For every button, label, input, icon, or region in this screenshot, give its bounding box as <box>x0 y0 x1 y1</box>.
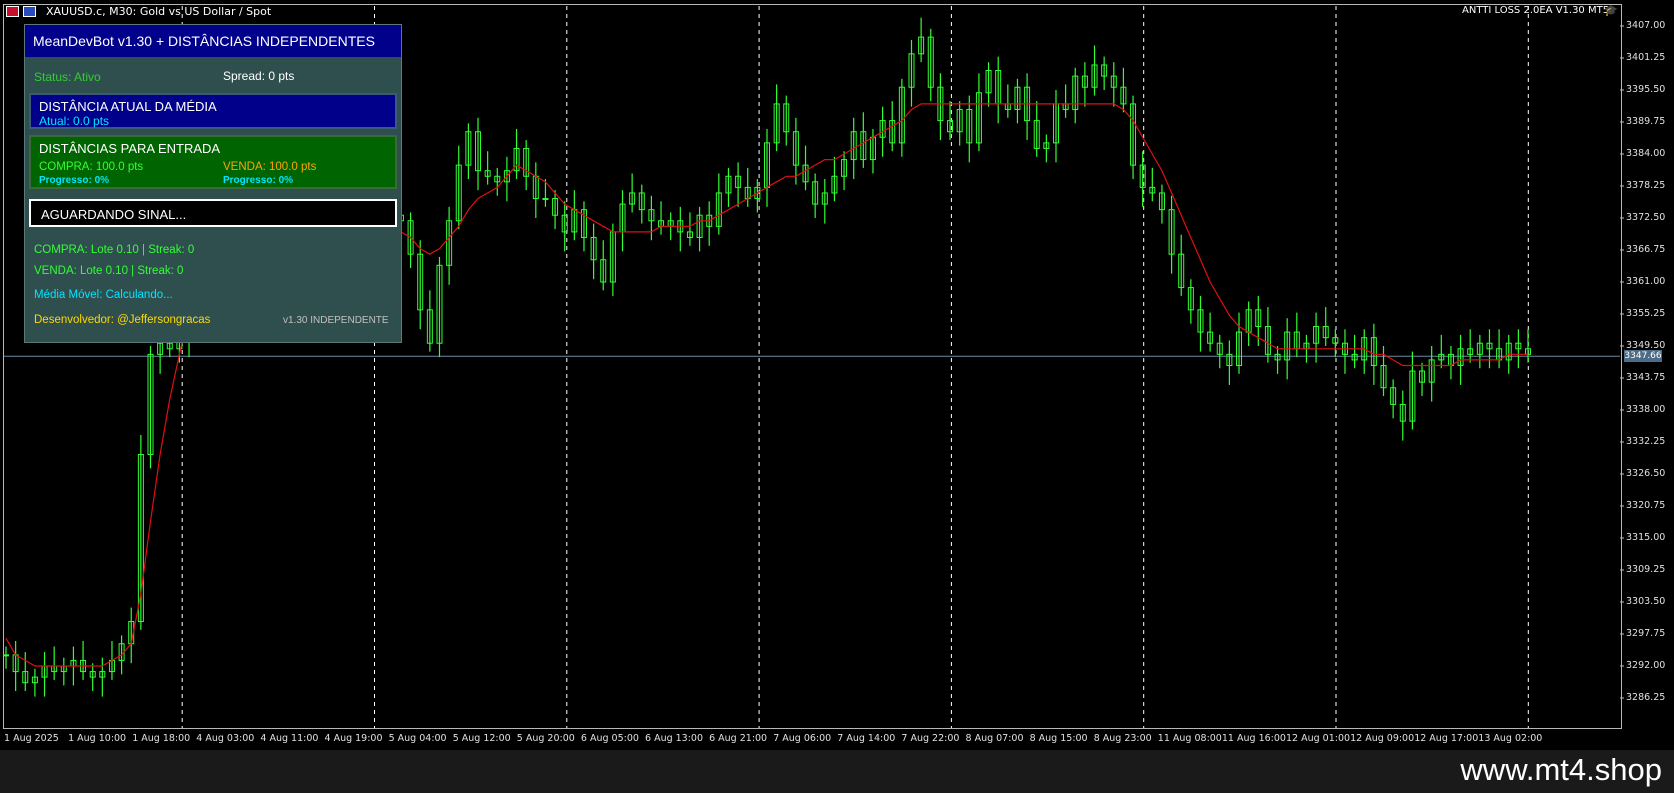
sell-progress: Progresso: 0% <box>223 175 294 186</box>
x-tick-label: 12 Aug 09:00 <box>1350 733 1415 744</box>
x-tick-label: 1 Aug 10:00 <box>68 733 127 744</box>
ea-badge[interactable]: ANTTI LOSS 2.0EA V1.30 MT5 <box>1462 5 1609 16</box>
y-tick-label: 3378.25 <box>1626 180 1666 191</box>
x-tick-label: 7 Aug 06:00 <box>773 733 832 744</box>
y-tick-label: 3286.25 <box>1626 692 1666 703</box>
candle-body <box>3 654 9 657</box>
signal-box: AGUARDANDO SINAL... <box>29 199 397 227</box>
flag-icon <box>6 6 19 17</box>
sell-lot-text: VENDA: Lote 0.10 | Streak: 0 <box>34 265 184 277</box>
x-tick-label: 11 Aug 16:00 <box>1221 733 1286 744</box>
x-tick-label: 6 Aug 05:00 <box>580 733 639 744</box>
buy-progress: Progresso: 0% <box>39 175 110 186</box>
y-tick-label: 3407.00 <box>1626 20 1666 31</box>
y-tick-label: 3292.00 <box>1626 660 1666 671</box>
bottom-bar: www.mt4.shop <box>0 750 1674 793</box>
x-tick-label: 6 Aug 21:00 <box>709 733 768 744</box>
moving-avg-text: Média Móvel: Calculando... <box>34 289 173 301</box>
x-tick-label: 7 Aug 22:00 <box>901 733 960 744</box>
y-tick-label: 3401.25 <box>1626 52 1666 63</box>
sell-distance: VENDA: 100.0 pts <box>223 161 317 173</box>
entry-distances-box: DISTÂNCIAS PARA ENTRADA COMPRA: 100.0 pt… <box>29 135 397 189</box>
y-tick-label: 3303.50 <box>1626 596 1666 607</box>
y-tick-label: 3366.75 <box>1626 244 1666 255</box>
graduation-cap-icon: 🎓 <box>1604 4 1618 17</box>
ea-panel-title: MeanDevBot v1.30 + DISTÂNCIAS INDEPENDEN… <box>25 25 401 57</box>
y-tick-label: 3309.25 <box>1626 564 1666 575</box>
buy-distance: COMPRA: 100.0 pts <box>39 161 144 173</box>
y-tick-label: 3389.75 <box>1626 116 1666 127</box>
y-tick-label: 3343.75 <box>1626 372 1666 383</box>
x-tick-label: 11 Aug 08:00 <box>1157 733 1222 744</box>
x-tick-label: 8 Aug 15:00 <box>1029 733 1088 744</box>
x-tick-label: 1 Aug 18:00 <box>132 733 191 744</box>
y-tick-label: 3332.25 <box>1626 436 1666 447</box>
symbol-title: XAUUSD.c, M30: Gold vs US Dollar / Spot <box>46 5 272 18</box>
x-tick-label: 7 Aug 14:00 <box>837 733 896 744</box>
x-tick-label: 8 Aug 23:00 <box>1093 733 1152 744</box>
version-text: v1.30 INDEPENDENTE <box>283 315 389 326</box>
chart-type-icon <box>23 6 36 17</box>
x-tick-label: 4 Aug 11:00 <box>260 733 319 744</box>
ea-panel: MeanDevBot v1.30 + DISTÂNCIAS INDEPENDEN… <box>24 24 402 343</box>
y-tick-label: 3372.50 <box>1626 212 1666 223</box>
x-tick-label: 12 Aug 01:00 <box>1286 733 1351 744</box>
x-tick-label: 4 Aug 19:00 <box>324 733 383 744</box>
y-tick-label: 3297.75 <box>1626 628 1666 639</box>
x-tick-label: 5 Aug 12:00 <box>452 733 511 744</box>
x-tick-label: 6 Aug 13:00 <box>645 733 704 744</box>
symbol-icons <box>6 6 36 17</box>
current-price-tag: 3347.66 <box>1624 350 1662 363</box>
x-tick-label: 5 Aug 04:00 <box>388 733 447 744</box>
y-tick-label: 3338.00 <box>1626 404 1666 415</box>
entry-title: DISTÂNCIAS PARA ENTRADA <box>39 141 221 156</box>
y-tick-label: 3315.00 <box>1626 532 1666 543</box>
status-text: Status: Ativo <box>34 70 101 84</box>
distance-current: Atual: 0.0 pts <box>39 114 110 128</box>
x-tick-label: 1 Aug 2025 <box>4 733 59 744</box>
watermark: www.mt4.shop <box>1460 752 1662 787</box>
signal-text: AGUARDANDO SINAL... <box>41 207 187 222</box>
y-tick-label: 3384.00 <box>1626 148 1666 159</box>
y-tick-label: 3395.50 <box>1626 84 1666 95</box>
y-tick-label: 3355.25 <box>1626 308 1666 319</box>
buy-lot-text: COMPRA: Lote 0.10 | Streak: 0 <box>34 244 195 256</box>
y-tick-label: 3320.75 <box>1626 500 1666 511</box>
candle-body <box>542 198 549 201</box>
y-tick-label: 3361.00 <box>1626 276 1666 287</box>
y-tick-label: 3326.50 <box>1626 468 1666 479</box>
distance-title: DISTÂNCIA ATUAL DA MÉDIA <box>39 99 217 114</box>
x-tick-label: 5 Aug 20:00 <box>516 733 575 744</box>
x-tick-label: 12 Aug 17:00 <box>1414 733 1479 744</box>
spread-text: Spread: 0 pts <box>223 69 295 83</box>
x-tick-label: 8 Aug 07:00 <box>965 733 1024 744</box>
x-tick-label: 13 Aug 02:00 <box>1478 733 1543 744</box>
y-tick-label: 3349.50 <box>1626 340 1666 351</box>
developer-text: Desenvolvedor: @Jeffersongracas <box>34 314 211 326</box>
distance-box: DISTÂNCIA ATUAL DA MÉDIA Atual: 0.0 pts <box>29 93 397 129</box>
x-tick-label: 4 Aug 03:00 <box>196 733 255 744</box>
